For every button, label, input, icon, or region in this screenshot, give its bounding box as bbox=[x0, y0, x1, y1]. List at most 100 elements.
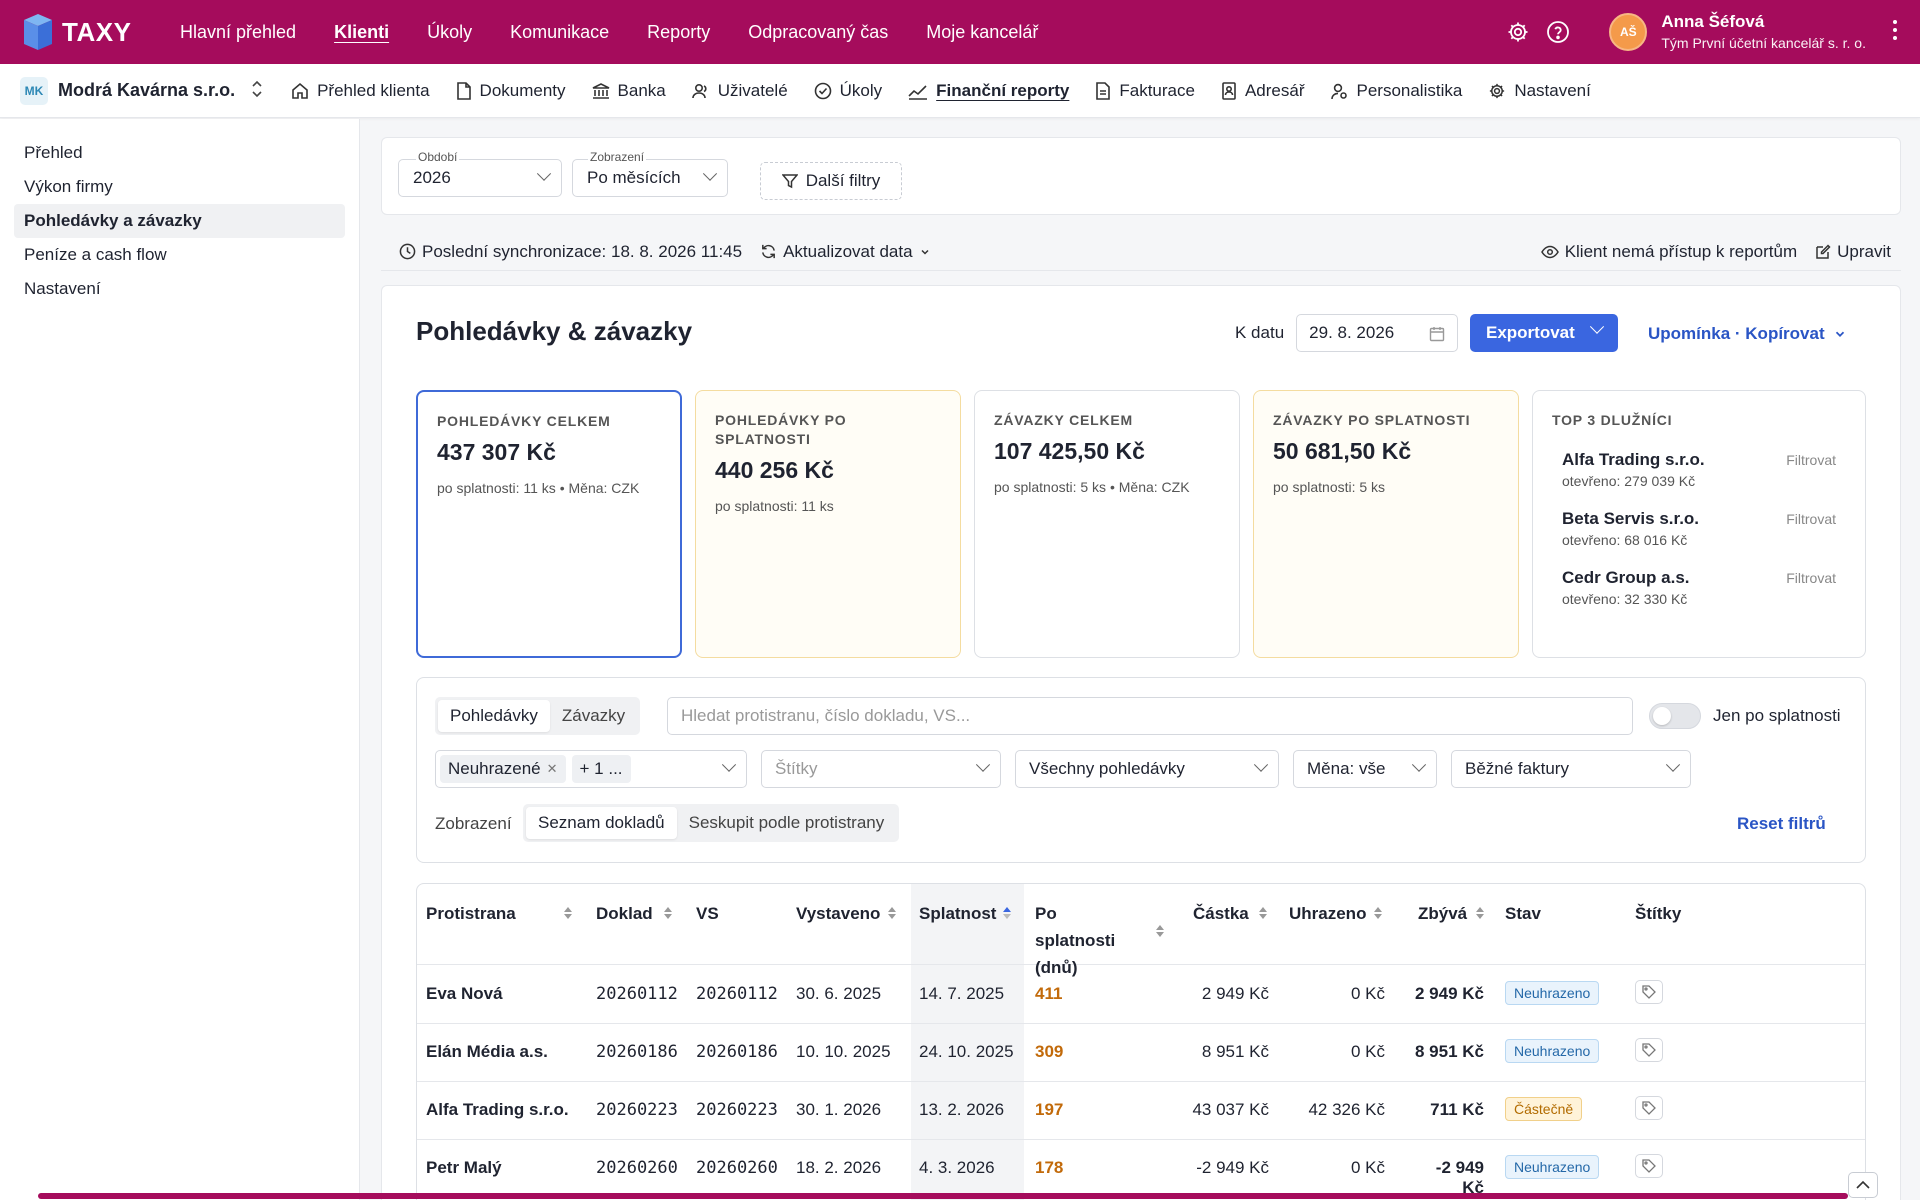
sort-icon[interactable] bbox=[1155, 924, 1165, 938]
tab-payables[interactable]: Závazky bbox=[550, 700, 637, 732]
cell-remaining: 711 Kč bbox=[1430, 1100, 1484, 1119]
close-icon[interactable]: ✕ bbox=[547, 761, 558, 777]
subnav-item-tasks[interactable]: Úkoly bbox=[814, 81, 882, 101]
horizontal-scrollbar[interactable] bbox=[38, 1193, 1848, 1199]
help-icon[interactable] bbox=[1545, 19, 1571, 45]
scroll-to-top-button[interactable] bbox=[1848, 1172, 1878, 1198]
col-paid[interactable]: Uhrazeno bbox=[1289, 900, 1366, 927]
status-multiselect[interactable]: Neuhrazené ✕ + 1 ... bbox=[435, 750, 747, 788]
col-counterparty[interactable]: Protistrana bbox=[426, 900, 516, 927]
chevron-down-icon bbox=[975, 757, 991, 772]
as-of-date-label: K datu bbox=[1235, 323, 1285, 342]
card-payables-total[interactable]: Závazky celkem 107 425,50 Kč po splatnos… bbox=[974, 390, 1240, 658]
debtor-filter-link[interactable]: Filtrovat bbox=[1786, 511, 1836, 527]
subnav-item-financial-reports[interactable]: Finanční reporty bbox=[908, 81, 1069, 101]
subnav-item-users[interactable]: Uživatelé bbox=[691, 81, 788, 101]
chevron-down-icon bbox=[1411, 757, 1427, 772]
col-due[interactable]: Splatnost bbox=[919, 900, 996, 927]
main-nav: Hlavní přehled Klienti Úkoly Komunikace … bbox=[180, 22, 1076, 43]
client-switch-icon[interactable] bbox=[251, 80, 265, 101]
sort-icon[interactable] bbox=[1373, 906, 1383, 920]
nav-item-tasks[interactable]: Úkoly bbox=[427, 22, 472, 43]
refresh-icon bbox=[762, 244, 776, 259]
overdue-only-toggle[interactable] bbox=[1649, 703, 1701, 729]
reset-filters-link[interactable]: Reset filtrů bbox=[1737, 814, 1826, 834]
more-vertical-icon[interactable] bbox=[1892, 19, 1898, 46]
more-filters-button[interactable]: Další filtry bbox=[760, 162, 902, 200]
cell-vs: 20260223 bbox=[696, 1100, 778, 1120]
export-button[interactable]: Exportovat bbox=[1470, 314, 1618, 352]
toggle-knob bbox=[1653, 707, 1671, 725]
sort-icon[interactable] bbox=[663, 906, 673, 920]
sidebar-item-settings[interactable]: Nastavení bbox=[14, 272, 345, 306]
subnav-item-invoicing[interactable]: Fakturace bbox=[1095, 81, 1195, 101]
nav-item-reports[interactable]: Reporty bbox=[647, 22, 710, 43]
table-row[interactable]: Alfa Trading s.r.o. 20260223 20260223 30… bbox=[417, 1082, 1865, 1140]
invoice-type-select[interactable]: Běžné faktury bbox=[1451, 750, 1691, 788]
table-row[interactable]: Eva Nová 20260112 20260112 30. 6. 2025 1… bbox=[417, 966, 1865, 1024]
sort-icon[interactable] bbox=[887, 906, 897, 920]
logo[interactable]: TAXY bbox=[22, 12, 170, 52]
subnav-label: Fakturace bbox=[1119, 80, 1195, 100]
tag-icon[interactable] bbox=[1635, 980, 1663, 1004]
receivables-panel: Pohledávky & závazky K datu 29. 8. 2026 … bbox=[381, 285, 1901, 1200]
search-input[interactable]: Hledat protistranu, číslo dokladu, VS... bbox=[667, 697, 1633, 735]
sidebar-item-performance[interactable]: Výkon firmy bbox=[14, 170, 345, 204]
subnav-item-overview[interactable]: Přehled klienta bbox=[291, 81, 430, 101]
sort-icon[interactable] bbox=[563, 906, 573, 920]
col-amount[interactable]: Částka bbox=[1193, 900, 1249, 927]
col-document[interactable]: Doklad bbox=[596, 900, 653, 927]
sort-ascending-icon[interactable] bbox=[1002, 906, 1012, 920]
chart-line-icon bbox=[908, 84, 928, 100]
card-subtitle: po splatnosti: 5 ks bbox=[1273, 478, 1386, 495]
nav-item-time[interactable]: Odpracovaný čas bbox=[748, 22, 888, 43]
nav-item-clients[interactable]: Klienti bbox=[334, 22, 389, 43]
sidebar-item-cash-flow[interactable]: Peníze a cash flow bbox=[14, 238, 345, 272]
tag-icon[interactable] bbox=[1635, 1096, 1663, 1120]
table-row[interactable]: Elán Média a.s. 20260186 20260186 10. 10… bbox=[417, 1024, 1865, 1082]
period-select[interactable]: 2026 bbox=[398, 159, 562, 197]
debtor-filter-link[interactable]: Filtrovat bbox=[1786, 570, 1836, 586]
user-info[interactable]: Anna Šéfová Tým První účetní kancelář s.… bbox=[1661, 11, 1866, 53]
table-row[interactable]: Petr Malý 20260260 20260260 18. 2. 2026 … bbox=[417, 1140, 1865, 1198]
scope-select[interactable]: Všechny pohledávky bbox=[1015, 750, 1279, 788]
as-of-date-input[interactable]: 29. 8. 2026 bbox=[1296, 314, 1459, 352]
view-list-option[interactable]: Seznam dokladů bbox=[526, 807, 677, 839]
clock-icon bbox=[399, 243, 416, 260]
card-payables-overdue[interactable]: Závazky po splatnosti 50 681,50 Kč po sp… bbox=[1253, 390, 1519, 658]
edit-button[interactable]: Upravit bbox=[1815, 242, 1891, 262]
gear-icon[interactable] bbox=[1505, 19, 1531, 45]
tab-receivables[interactable]: Pohledávky bbox=[438, 700, 550, 732]
sort-icon[interactable] bbox=[1258, 906, 1268, 920]
currency-select[interactable]: Měna: vše bbox=[1293, 750, 1437, 788]
card-subtitle: po splatnosti: 5 ks • Měna: CZK bbox=[994, 478, 1190, 495]
col-remaining[interactable]: Zbývá bbox=[1418, 900, 1467, 927]
client-name[interactable]: Modrá Kavárna s.r.o. bbox=[58, 80, 235, 101]
cell-due: 24. 10. 2025 bbox=[919, 1042, 1014, 1061]
status-chip-more[interactable]: + 1 ... bbox=[571, 755, 631, 783]
refresh-button[interactable]: Aktualizovat data bbox=[760, 242, 930, 262]
nav-item-dashboard[interactable]: Hlavní přehled bbox=[180, 22, 296, 43]
subnav-item-bank[interactable]: Banka bbox=[592, 81, 666, 101]
client-access-toggle[interactable]: Klient nemá přístup k reportům bbox=[1540, 242, 1797, 262]
tags-select[interactable]: Štítky bbox=[761, 750, 1001, 788]
debtor-filter-link[interactable]: Filtrovat bbox=[1786, 452, 1836, 468]
subnav-item-settings[interactable]: Nastavení bbox=[1488, 81, 1591, 101]
nav-item-office[interactable]: Moje kancelář bbox=[926, 22, 1038, 43]
sidebar-item-receivables-payables[interactable]: Pohledávky a závazky bbox=[14, 204, 345, 238]
sidebar-item-overview[interactable]: Přehled bbox=[14, 136, 345, 170]
tag-icon[interactable] bbox=[1635, 1038, 1663, 1062]
card-receivables-total[interactable]: Pohledávky celkem 437 307 Kč po splatnos… bbox=[416, 390, 682, 658]
nav-item-communication[interactable]: Komunikace bbox=[510, 22, 609, 43]
col-issued[interactable]: Vystaveno bbox=[796, 900, 880, 927]
tag-icon[interactable] bbox=[1635, 1154, 1663, 1178]
subnav-item-hr[interactable]: Personalistika bbox=[1330, 81, 1462, 101]
reminder-copy-button[interactable]: Upomínka · Kopírovat bbox=[1648, 324, 1847, 344]
avatar[interactable]: AŠ bbox=[1609, 13, 1648, 51]
view-select[interactable]: Po měsících bbox=[572, 159, 728, 197]
card-receivables-overdue[interactable]: Pohledávky po splatnosti 440 256 Kč po s… bbox=[695, 390, 961, 658]
sort-icon[interactable] bbox=[1475, 906, 1485, 920]
subnav-item-address-book[interactable]: Adresář bbox=[1221, 81, 1304, 101]
view-grouped-option[interactable]: Seskupit podle protistrany bbox=[677, 807, 897, 839]
subnav-item-documents[interactable]: Dokumenty bbox=[456, 81, 566, 101]
